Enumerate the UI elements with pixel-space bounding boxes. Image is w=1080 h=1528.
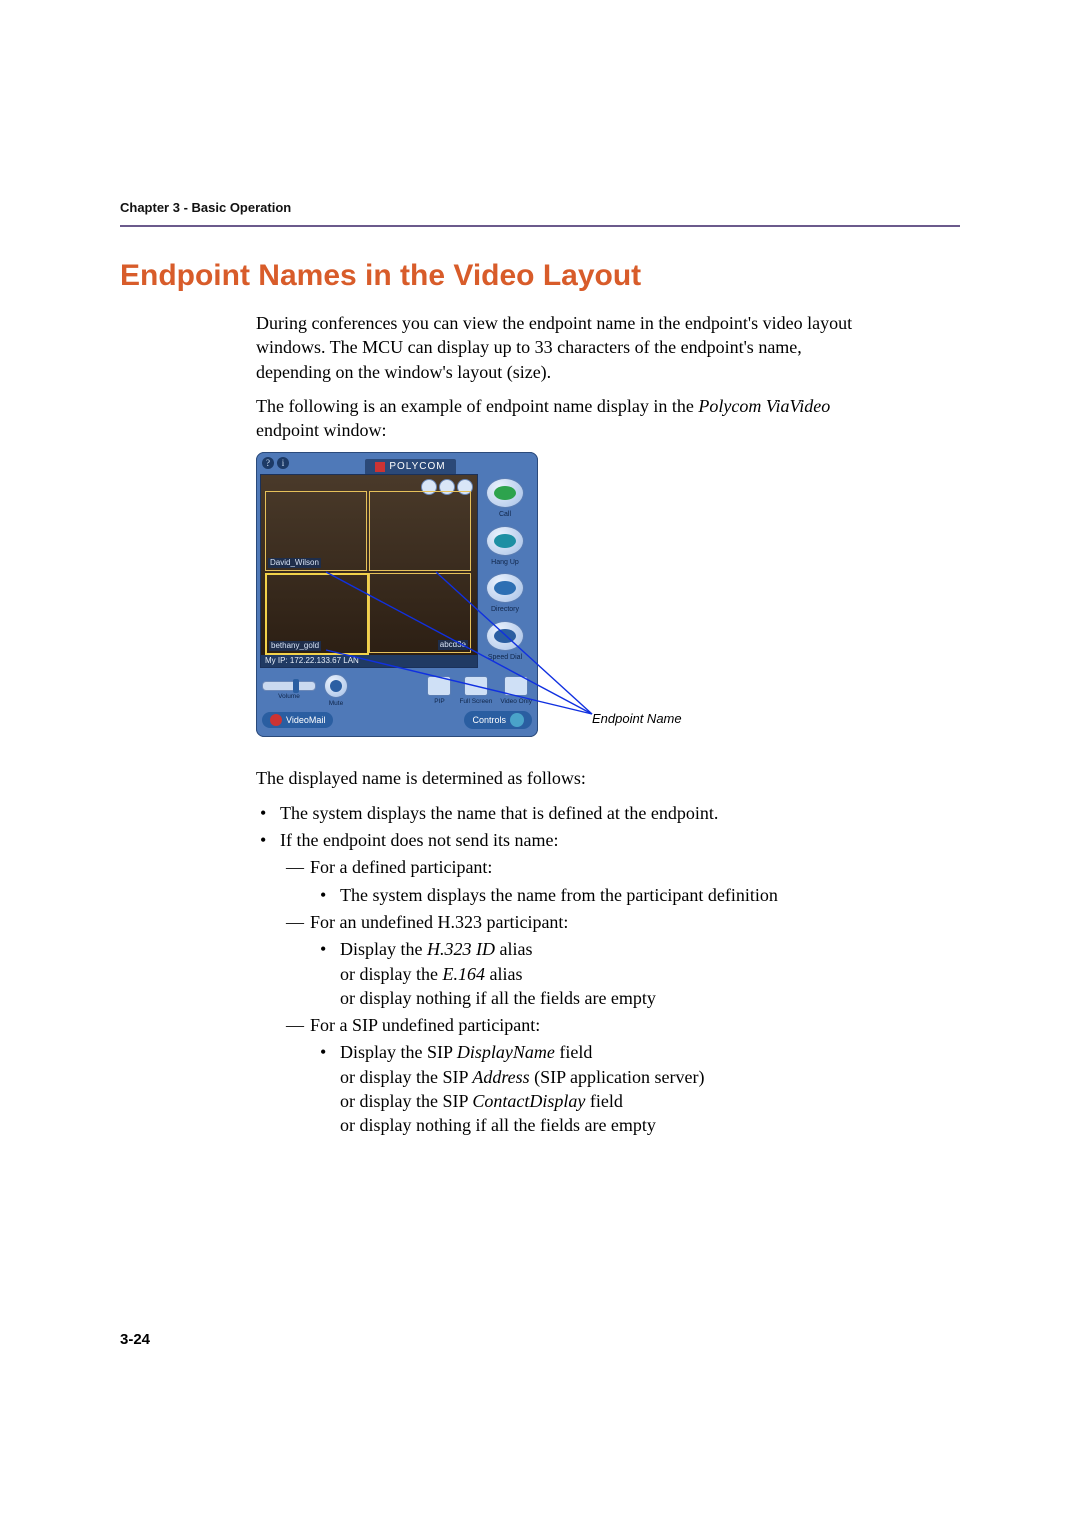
para2-part-c: endpoint window: — [256, 420, 387, 440]
list-item: The system displays the name that is def… — [250, 801, 876, 825]
speed-dial-caption: Speed Dial — [488, 653, 522, 662]
speed-dial-button[interactable] — [486, 621, 524, 651]
header-rule — [120, 225, 960, 227]
para2-product-name: Polycom ViaVideo — [698, 396, 830, 416]
dash-list-level2: For a defined participant: The system di… — [280, 855, 876, 1137]
video-pane-1: David_Wilson — [265, 491, 367, 571]
fullscreen-button[interactable] — [464, 676, 488, 696]
controls-tab[interactable]: Controls — [464, 711, 532, 729]
bullet-list-level3: Display the H.323 ID alias or display th… — [310, 937, 876, 1010]
app-titlebar: ? i POLYCOM — [256, 452, 538, 474]
mute-button[interactable] — [324, 674, 348, 698]
volume-slider[interactable] — [262, 681, 316, 691]
paragraph-3: The displayed name is determined as foll… — [256, 766, 876, 790]
list-item: For a SIP undefined participant: Display… — [280, 1013, 876, 1137]
video-pane-3: abcd3e — [369, 573, 471, 653]
call-caption: Call — [499, 510, 511, 519]
bullet-list-level3: Display the SIP DisplayName field or dis… — [310, 1040, 876, 1137]
paragraph-1: During conferences you can view the endp… — [256, 311, 876, 384]
videomail-tab[interactable]: VideoMail — [262, 712, 333, 728]
video-pane-4-selected: bethany_gold — [265, 573, 369, 655]
video-only-caption: Video Only — [500, 698, 532, 707]
page-number: 3-24 — [120, 1331, 150, 1348]
bullet-list-level1: The system displays the name that is def… — [250, 801, 876, 1138]
directory-button[interactable] — [486, 573, 524, 603]
polycom-app-window: ? i POLYCOM Davi — [256, 452, 538, 737]
list-item: Display the SIP DisplayName field or dis… — [310, 1040, 876, 1137]
list-item: The system displays the name from the pa… — [310, 883, 876, 907]
pip-button[interactable] — [427, 676, 451, 696]
paragraph-2: The following is an example of endpoint … — [256, 394, 876, 443]
list-item: Display the H.323 ID alias or display th… — [310, 937, 876, 1010]
bottom-tab-row: VideoMail Controls — [256, 711, 538, 733]
endpoint-name-label-1: David_Wilson — [268, 558, 321, 569]
hangup-button[interactable] — [486, 526, 524, 556]
list-item: For a defined participant: The system di… — [280, 855, 876, 907]
video-area: David_Wilson abcd3e bethany_gold My IP: … — [260, 474, 478, 668]
ip-status-bar: My IP: 172.22.133.67 LAN — [261, 655, 477, 667]
gear-icon — [510, 713, 524, 727]
pip-caption: PIP — [434, 698, 444, 707]
list-item: If the endpoint does not send its name: … — [250, 828, 876, 1138]
call-button[interactable] — [486, 478, 524, 508]
para2-part-a: The following is an example of endpoint … — [256, 396, 698, 416]
running-head: Chapter 3 - Basic Operation — [120, 200, 960, 215]
fullscreen-caption: Full Screen — [459, 698, 492, 707]
video-only-button[interactable] — [504, 676, 528, 696]
endpoint-name-label-3: abcd3e — [438, 640, 468, 651]
mute-caption: Mute — [329, 700, 343, 709]
info-icon[interactable]: i — [277, 457, 289, 469]
directory-caption: Directory — [491, 605, 519, 614]
control-bar: Volume Mute PIP Full Screen — [256, 668, 538, 711]
app-title: POLYCOM — [365, 459, 455, 475]
videomail-icon — [270, 714, 282, 726]
callout-label-endpoint-name: Endpoint Name — [592, 710, 682, 728]
section-heading: Endpoint Names in the Video Layout — [120, 259, 960, 293]
hangup-caption: Hang Up — [491, 558, 519, 567]
bullet-list-level3: The system displays the name from the pa… — [310, 883, 876, 907]
side-button-column: Call Hang Up Directory Speed Dial — [482, 474, 528, 668]
figure-viavideo-window: ? i POLYCOM Davi — [256, 452, 876, 752]
polycom-logo-icon — [375, 462, 385, 472]
help-icon[interactable]: ? — [262, 457, 274, 469]
volume-caption: Volume — [278, 693, 300, 702]
list-item: For an undefined H.323 participant: Disp… — [280, 910, 876, 1010]
endpoint-name-label-4: bethany_gold — [269, 641, 321, 652]
video-pane-2 — [369, 491, 471, 571]
